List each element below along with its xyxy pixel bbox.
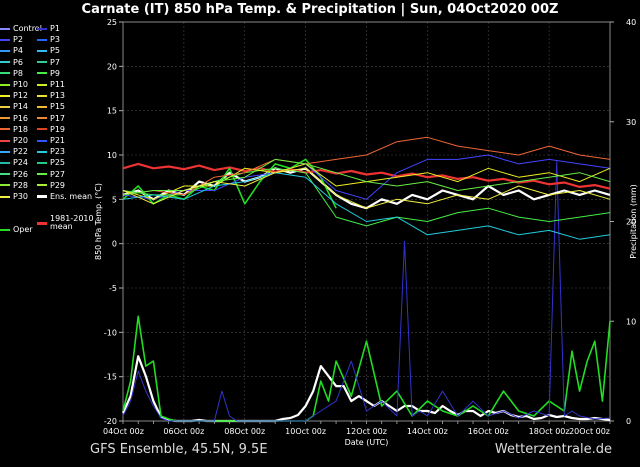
y2-axis-title: Precipitation (mm): [629, 184, 638, 258]
x-tick-label: 08Oct 00z: [224, 427, 265, 436]
y-tick-label: -5: [109, 284, 117, 293]
y-tick-label: 5: [112, 195, 117, 204]
y2-tick-label: 10: [626, 317, 636, 326]
x-tick-label: 16Oct 00z: [468, 427, 509, 436]
x-tick-label: 18Oct 00z: [529, 427, 570, 436]
x-axis-title: Date (UTC): [345, 438, 389, 447]
y-tick-label: 15: [107, 107, 117, 116]
x-tick-label: 14Oct 00z: [407, 427, 448, 436]
y-tick-label: -15: [104, 373, 117, 382]
y-tick-label: 20: [107, 62, 117, 71]
chart-plot: -20-15-10-5051015202501020304004Oct 00z 0…: [94, 18, 638, 447]
y-tick-label: 0: [112, 240, 117, 249]
y2-tick-label: 0: [626, 417, 631, 426]
precip-line-oper: [122, 315, 611, 422]
x-tick-label: 04Oct 00z: [103, 427, 144, 436]
site-credit[interactable]: Wetterzentrale.de: [495, 442, 612, 457]
y2-tick-label: 40: [626, 18, 636, 27]
temp-line-p9: [122, 167, 611, 227]
y2-tick-label: 30: [626, 118, 636, 127]
x-tick-label: 12Oct 00z: [346, 427, 387, 436]
chart-axes: -20-15-10-5051015202501020304004Oct 00z 0…: [103, 18, 636, 436]
temp-line-p2: [122, 154, 611, 200]
x-tick-label: 06Oct 00z: [163, 427, 204, 436]
y-tick-label: -20: [104, 417, 117, 426]
model-info: GFS Ensemble, 45.5N, 9.5E: [90, 442, 268, 457]
x-tick-label: 10Oct 00z: [285, 427, 326, 436]
y-tick-label: 25: [107, 18, 117, 27]
x-tick-label: 20Oct 00z: [569, 427, 610, 436]
y-tick-label: -10: [104, 328, 117, 337]
y-axis-title: 850 hPa Temp. (°C): [94, 183, 103, 260]
y-tick-label: 10: [107, 151, 117, 160]
